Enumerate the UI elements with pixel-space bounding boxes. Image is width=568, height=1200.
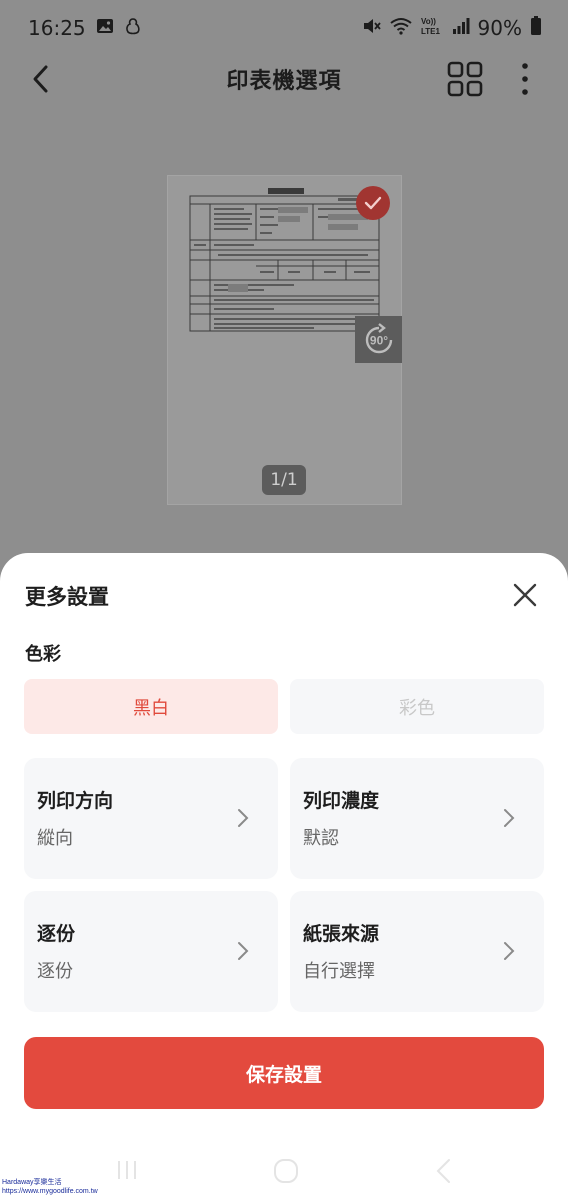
more-settings-sheet: 更多設置 色彩 黑白 彩色 列印方向 縱向 列印濃度 默認 逐份 逐份 紙張來源…: [0, 553, 568, 1200]
gallery-icon: [96, 16, 114, 40]
back-arrow-icon: [33, 65, 48, 93]
color-option-color[interactable]: 彩色: [290, 679, 544, 734]
rotate-icon: 90°: [365, 322, 392, 353]
recents-icon: [118, 1161, 136, 1179]
svg-text:LTE1: LTE1: [421, 27, 441, 36]
rotate-90-button[interactable]: 90°: [355, 316, 402, 363]
more-vert-icon: [522, 63, 528, 95]
watermark-line-2: https://www.mygoodlife.com.tw: [2, 1188, 98, 1195]
more-options-button[interactable]: [510, 60, 540, 98]
status-left: 16:25: [28, 16, 142, 40]
setting-paper-source[interactable]: 紙張來源 自行選擇: [290, 891, 544, 1012]
setting-value: 逐份: [37, 961, 73, 982]
page-selected-checkbox[interactable]: [356, 186, 390, 220]
setting-title: 紙張來源: [303, 923, 380, 945]
nav-back-icon: [436, 1159, 450, 1183]
setting-value: 默認: [303, 828, 339, 849]
setting-print-orientation[interactable]: 列印方向 縱向: [24, 758, 278, 879]
back-button[interactable]: [26, 62, 60, 96]
sheet-title: 更多設置: [25, 585, 109, 609]
color-option-black-white[interactable]: 黑白: [24, 679, 278, 734]
page-indicator: 1/1: [262, 465, 306, 495]
setting-title: 列印濃度: [303, 790, 380, 812]
nav-recents-button[interactable]: [116, 1158, 138, 1182]
document-thumbnail: [189, 188, 380, 332]
wifi-icon: [389, 16, 412, 40]
close-icon: [513, 583, 537, 607]
watermark-line-1: Hardaway享樂生活: [2, 1179, 62, 1186]
rotate-label: 90°: [369, 333, 387, 347]
setting-title: 列印方向: [37, 790, 114, 812]
status-right: Vo)) LTE1 90%: [362, 15, 542, 41]
status-bar: 16:25 Vo)) LTE1 90%: [0, 0, 568, 56]
color-section-label: 色彩: [25, 644, 61, 665]
setting-print-density[interactable]: 列印濃度 默認: [290, 758, 544, 879]
check-icon: [364, 196, 382, 210]
mute-icon: [362, 16, 382, 40]
setting-title: 逐份: [37, 923, 76, 945]
volte-icon: Vo)) LTE1: [420, 16, 444, 41]
setting-collate[interactable]: 逐份 逐份: [24, 891, 278, 1012]
app-notification-icon: [124, 16, 142, 40]
grid-view-button[interactable]: [446, 60, 484, 98]
grid-icon: [447, 61, 483, 97]
close-button[interactable]: [512, 582, 538, 608]
battery-icon: [530, 15, 542, 41]
chevron-right-icon: [238, 809, 249, 827]
chevron-right-icon: [238, 942, 249, 960]
battery-percent: 90%: [477, 16, 522, 40]
nav-home-button[interactable]: [273, 1158, 299, 1184]
setting-value: 自行選擇: [303, 961, 375, 982]
save-settings-button[interactable]: 保存設置: [24, 1037, 544, 1109]
status-time: 16:25: [28, 16, 86, 40]
page-title: 印表機選項: [226, 69, 342, 94]
nav-back-button[interactable]: [434, 1158, 452, 1184]
svg-text:Vo)): Vo)): [421, 17, 436, 26]
signal-icon: [452, 16, 470, 40]
chevron-right-icon: [504, 942, 515, 960]
watermark: Hardaway享樂生活 https://www.mygoodlife.com.…: [2, 1178, 98, 1198]
app-bar: 印表機選項: [0, 56, 568, 102]
home-icon: [274, 1159, 298, 1183]
setting-value: 縱向: [37, 828, 73, 849]
chevron-right-icon: [504, 809, 515, 827]
